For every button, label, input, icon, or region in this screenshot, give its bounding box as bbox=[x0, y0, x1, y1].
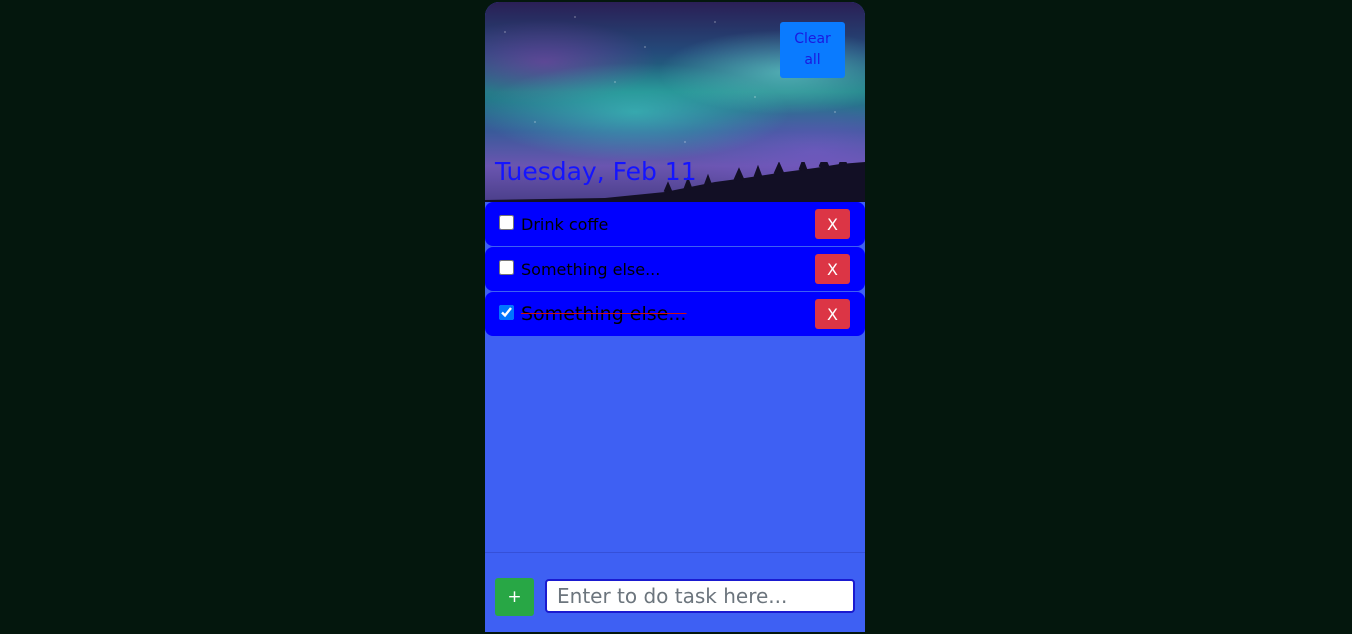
delete-task-button[interactable]: X bbox=[815, 254, 850, 284]
task-label: Something else... bbox=[521, 303, 687, 325]
clear-all-button[interactable]: Clear all bbox=[780, 22, 845, 78]
new-task-input[interactable] bbox=[545, 579, 855, 613]
task-label: Something else... bbox=[521, 260, 661, 279]
task-checkbox[interactable] bbox=[499, 260, 514, 275]
task-checkbox[interactable] bbox=[499, 215, 514, 230]
task-label: Drink coffe bbox=[521, 215, 609, 234]
add-task-footer: + bbox=[485, 552, 865, 632]
todo-app: Clear all Tuesday, Feb 11 Drink coffe X … bbox=[485, 2, 865, 632]
task-item-completed: Something else... X bbox=[485, 292, 865, 336]
task-item: Drink coffe X bbox=[485, 202, 865, 246]
date-heading: Tuesday, Feb 11 bbox=[495, 157, 697, 186]
aurora-header-image: Clear all Tuesday, Feb 11 bbox=[485, 2, 865, 202]
task-checkbox[interactable] bbox=[499, 305, 514, 320]
add-task-button[interactable]: + bbox=[495, 578, 534, 616]
task-list: Drink coffe X Something else... X Someth… bbox=[485, 202, 865, 337]
task-item: Something else... X bbox=[485, 247, 865, 291]
delete-task-button[interactable]: X bbox=[815, 209, 850, 239]
delete-task-button[interactable]: X bbox=[815, 299, 850, 329]
